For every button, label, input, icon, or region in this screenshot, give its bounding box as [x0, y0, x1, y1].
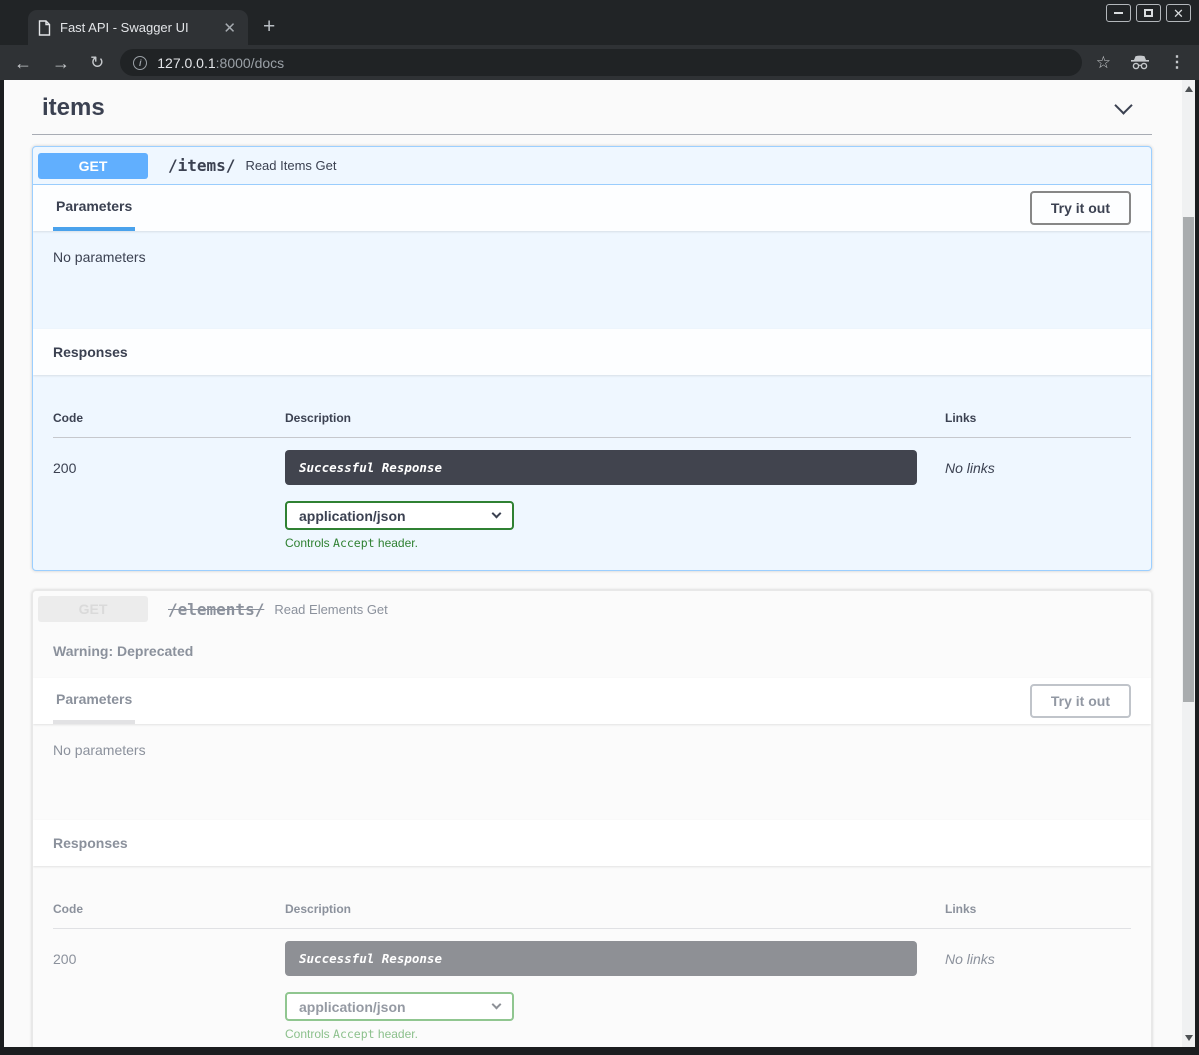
operation-summary: Read Items Get: [245, 158, 336, 173]
address-bar[interactable]: i 127.0.0.1:8000/docs: [120, 49, 1082, 76]
col-description: Description: [285, 411, 945, 425]
reload-icon[interactable]: ↻: [90, 54, 104, 71]
window-controls: ✕: [1106, 4, 1191, 22]
media-type-select[interactable]: application/json: [285, 992, 514, 1021]
browser-toolbar: ← → ↻ i 127.0.0.1:8000/docs ☆ ⋮: [0, 45, 1199, 80]
tab-close-icon[interactable]: ✕: [221, 19, 238, 37]
col-links: Links: [945, 411, 1131, 425]
parameters-header: Parameters Try it out: [33, 185, 1151, 231]
opblock-summary[interactable]: GET /items/ Read Items Get: [33, 147, 1151, 185]
browser-tab[interactable]: Fast API - Swagger UI ✕: [28, 10, 248, 45]
deprecated-warning: Warning: Deprecated: [53, 643, 193, 659]
media-type-select[interactable]: application/json: [285, 501, 514, 530]
responses-header: Responses: [33, 329, 1151, 375]
opblock-get-items: GET /items/ Read Items Get Parameters Tr…: [32, 146, 1152, 571]
vertical-scrollbar[interactable]: [1182, 80, 1195, 1047]
scrollbar-thumb[interactable]: [1183, 217, 1194, 702]
response-description: Successful Response: [285, 941, 917, 976]
opblock-get-elements-deprecated: GET /elements/ Read Elements Get Warning…: [32, 590, 1152, 1047]
try-it-out-button[interactable]: Try it out: [1030, 191, 1131, 225]
accept-header-note: Controls Accept header.: [285, 1027, 514, 1041]
responses-title: Responses: [53, 835, 128, 851]
tab-title: Fast API - Swagger UI: [51, 20, 221, 35]
response-row-200: 200 Successful Response application/json…: [53, 438, 1131, 550]
col-links: Links: [945, 902, 1131, 916]
site-info-icon[interactable]: i: [133, 56, 147, 70]
collapse-chevron-down-icon[interactable]: [1114, 96, 1132, 114]
no-links-text: No links: [945, 450, 1131, 550]
forward-icon[interactable]: →: [52, 54, 70, 72]
try-it-out-button[interactable]: Try it out: [1030, 684, 1131, 718]
response-code: 200: [53, 941, 285, 1041]
bookmark-star-icon[interactable]: ☆: [1096, 54, 1111, 71]
col-code: Code: [53, 902, 285, 916]
close-icon[interactable]: ✕: [1166, 4, 1191, 22]
operation-summary: Read Elements Get: [274, 602, 387, 617]
response-code: 200: [53, 450, 285, 550]
accept-header-note: Controls Accept header.: [285, 536, 514, 550]
operation-path: /items/: [158, 156, 245, 175]
no-links-text: No links: [945, 941, 1131, 1041]
browser-titlebar: Fast API - Swagger UI ✕ + ✕: [0, 0, 1199, 45]
parameters-header: Parameters Try it out: [33, 678, 1151, 724]
url-text: 127.0.0.1:8000/docs: [157, 55, 284, 71]
menu-kebab-icon[interactable]: ⋮: [1169, 55, 1185, 71]
responses-title: Responses: [53, 344, 128, 360]
back-icon[interactable]: ←: [14, 54, 32, 72]
response-row-200: 200 Successful Response application/json…: [53, 929, 1131, 1041]
response-description: Successful Response: [285, 450, 917, 485]
tag-title: items: [42, 94, 105, 122]
method-badge[interactable]: GET: [38, 153, 148, 179]
tab-parameters[interactable]: Parameters: [53, 678, 135, 724]
tab-parameters[interactable]: Parameters: [53, 185, 135, 231]
responses-table: Code Description Links 200 Successful Re…: [33, 375, 1151, 570]
method-badge[interactable]: GET: [38, 596, 148, 622]
page-favicon-document-icon: [38, 20, 51, 36]
page-content: items GET /items/ Read Items Get Paramet…: [4, 80, 1195, 1047]
operation-path: /elements/: [158, 600, 274, 619]
no-parameters-text: No parameters: [33, 231, 1151, 329]
minimize-icon[interactable]: [1106, 4, 1131, 22]
scroll-up-icon[interactable]: [1185, 86, 1193, 92]
responses-table: Code Description Links 200 Successful Re…: [33, 866, 1151, 1047]
responses-header: Responses: [33, 820, 1151, 866]
incognito-icon: [1129, 55, 1151, 70]
col-description: Description: [285, 902, 945, 916]
no-parameters-text: No parameters: [33, 724, 1151, 820]
maximize-icon[interactable]: [1136, 4, 1161, 22]
col-code: Code: [53, 411, 285, 425]
opblock-summary[interactable]: GET /elements/ Read Elements Get: [33, 591, 1151, 627]
new-tab-icon[interactable]: +: [263, 15, 275, 39]
tag-section-header[interactable]: items: [32, 88, 1152, 135]
scroll-down-icon[interactable]: [1185, 1035, 1193, 1041]
